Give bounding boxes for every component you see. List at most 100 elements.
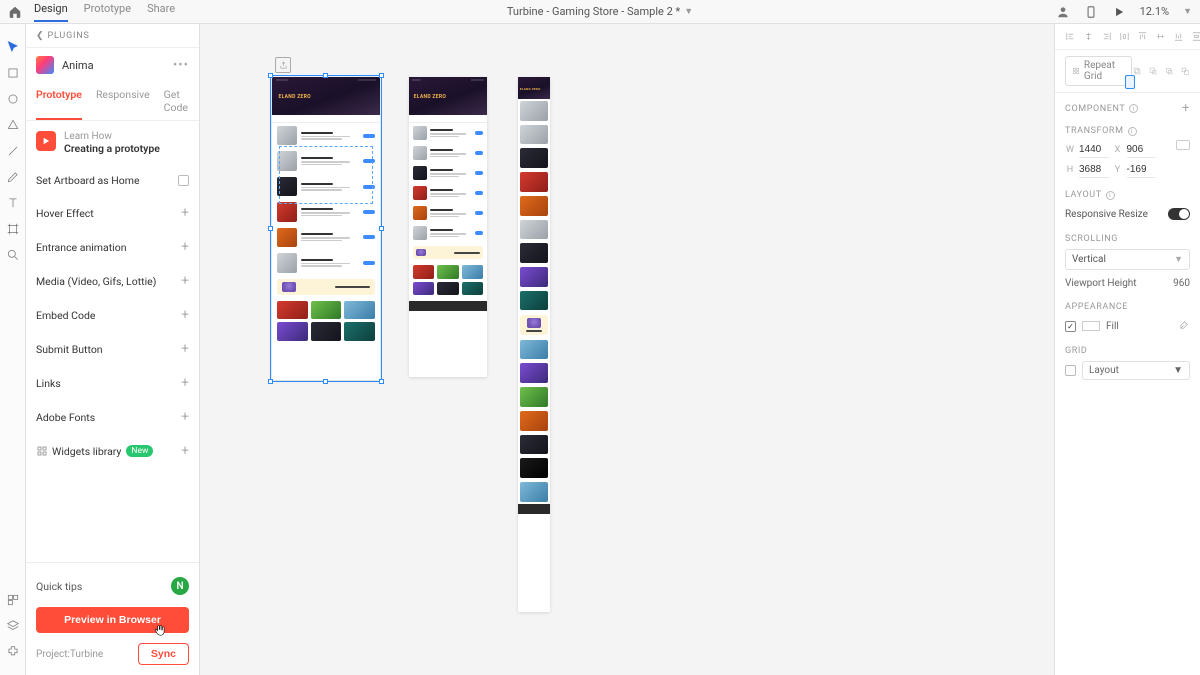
artboard-tablet[interactable]: ELAND ZERO: [409, 77, 487, 377]
zoom-level[interactable]: 12.1%: [1140, 5, 1170, 18]
artboard-desktop[interactable]: ELAND ZERO: [272, 77, 380, 380]
info-icon[interactable]: i: [1129, 104, 1138, 113]
tab-design[interactable]: Design: [34, 2, 68, 22]
opt-submit[interactable]: Submit Button +: [26, 332, 199, 366]
chevron-down-icon[interactable]: ▼: [1183, 6, 1192, 17]
plus-icon[interactable]: +: [181, 409, 189, 425]
left-panel-header[interactable]: ❮ PLUGINS: [26, 24, 199, 48]
orientation-landscape[interactable]: [1176, 140, 1190, 150]
plus-icon[interactable]: +: [181, 443, 189, 459]
left-panel-footer: Quick tips N Preview in Browser Project:…: [26, 562, 199, 675]
anima-tab-getcode[interactable]: Get Code: [164, 82, 189, 120]
scrolling-select[interactable]: Vertical ▼: [1065, 249, 1190, 270]
eyedropper-icon[interactable]: [1179, 319, 1190, 333]
tool-libraries[interactable]: [0, 587, 26, 613]
info-icon[interactable]: i: [1128, 127, 1137, 136]
opt-adobe-fonts[interactable]: Adobe Fonts +: [26, 400, 199, 434]
align-left-icon[interactable]: [1065, 31, 1076, 42]
height-input[interactable]: [1079, 162, 1109, 178]
quick-tips-row[interactable]: Quick tips N: [36, 571, 189, 607]
opt-entrance[interactable]: Entrance animation +: [26, 230, 199, 264]
viewport-height-value[interactable]: 960: [1173, 278, 1190, 289]
plus-icon[interactable]: +: [181, 307, 189, 323]
avatar[interactable]: N: [171, 577, 189, 595]
home-icon[interactable]: [8, 5, 22, 19]
tool-layers[interactable]: [0, 613, 26, 639]
opt-label: Media (Video, Gifs, Lottie): [36, 275, 156, 288]
preview-in-browser-button[interactable]: Preview in Browser: [36, 607, 189, 633]
opt-hover[interactable]: Hover Effect +: [26, 196, 199, 230]
opt-label: Embed Code: [36, 309, 95, 322]
add-boolean-icon[interactable]: [1132, 66, 1142, 76]
align-vcenter-icon[interactable]: [1155, 31, 1166, 42]
plus-icon[interactable]: +: [181, 205, 189, 221]
tab-prototype[interactable]: Prototype: [84, 2, 131, 22]
play-icon[interactable]: [1112, 5, 1126, 19]
opt-media[interactable]: Media (Video, Gifs, Lottie) +: [26, 264, 199, 298]
section-component-label: COMPONENT: [1065, 104, 1125, 114]
distribute-v-icon[interactable]: [1191, 31, 1200, 42]
align-hcenter-icon[interactable]: [1083, 31, 1094, 42]
more-icon[interactable]: •••: [173, 58, 189, 73]
tool-artboard[interactable]: [0, 216, 26, 242]
tab-share[interactable]: Share: [147, 2, 175, 22]
opt-links[interactable]: Links +: [26, 366, 199, 400]
width-input[interactable]: [1079, 142, 1109, 158]
grid-checkbox[interactable]: [1065, 365, 1076, 376]
plus-icon[interactable]: +: [181, 273, 189, 289]
tool-ellipse[interactable]: [0, 86, 26, 112]
hero-title: ELAND ZERO: [520, 87, 541, 91]
tool-text[interactable]: [0, 190, 26, 216]
responsive-toggle[interactable]: [1168, 208, 1190, 220]
opt-embed[interactable]: Embed Code +: [26, 298, 199, 332]
device-icon[interactable]: [1084, 5, 1098, 19]
grid-select[interactable]: Layout ▼: [1082, 361, 1190, 380]
align-icons: [1055, 24, 1200, 50]
tool-plugins[interactable]: [0, 639, 26, 665]
opt-label: Entrance animation: [36, 241, 127, 254]
repeat-grid-button[interactable]: Repeat Grid: [1065, 56, 1132, 86]
fill-checkbox[interactable]: ✓: [1065, 321, 1076, 332]
y-input[interactable]: [1127, 162, 1157, 178]
sync-button[interactable]: Sync: [138, 643, 189, 665]
x-input[interactable]: [1127, 142, 1157, 158]
fill-swatch[interactable]: [1082, 321, 1100, 331]
tool-select[interactable]: [0, 34, 26, 60]
learn-card[interactable]: Learn How Creating a prototype: [26, 121, 199, 165]
tool-zoom[interactable]: [0, 242, 26, 268]
exclude-icon[interactable]: [1180, 66, 1190, 76]
align-right-icon[interactable]: [1101, 31, 1112, 42]
canvas[interactable]: ELAND ZERO ELAND ZERO: [200, 24, 1054, 675]
align-top-icon[interactable]: [1137, 31, 1148, 42]
checkbox[interactable]: [178, 175, 189, 186]
tool-rectangle[interactable]: [0, 60, 26, 86]
back-chevron-icon[interactable]: ❮: [36, 31, 44, 41]
left-panel: ❮ PLUGINS Anima ••• Prototype Responsive…: [26, 24, 200, 675]
user-icon[interactable]: [1056, 5, 1070, 19]
plus-icon[interactable]: +: [181, 239, 189, 255]
document-title[interactable]: Turbine - Gaming Store - Sample 2 * ▼: [507, 5, 693, 18]
distribute-h-icon[interactable]: [1119, 31, 1130, 42]
tool-polygon[interactable]: [0, 112, 26, 138]
anima-tab-prototype[interactable]: Prototype: [36, 82, 82, 120]
breadcrumb: PLUGINS: [48, 31, 90, 41]
chevron-down-icon: ▼: [1174, 254, 1183, 265]
right-panel: Repeat Grid COMPONENT i + TRANSFORM i W …: [1054, 24, 1200, 675]
align-bottom-icon[interactable]: [1173, 31, 1184, 42]
opt-widgets[interactable]: Widgets library New +: [26, 434, 199, 468]
artboard-mobile[interactable]: ELAND ZERO: [518, 77, 550, 612]
anima-tab-responsive[interactable]: Responsive: [96, 82, 150, 120]
opt-set-home[interactable]: Set Artboard as Home: [26, 165, 199, 196]
share-icon[interactable]: [275, 57, 291, 73]
plus-icon[interactable]: +: [181, 375, 189, 391]
tool-pen[interactable]: [0, 164, 26, 190]
info-icon[interactable]: i: [1106, 191, 1115, 200]
plus-icon[interactable]: +: [1182, 101, 1190, 116]
learn-title: Creating a prototype: [64, 142, 160, 155]
plus-icon[interactable]: +: [181, 341, 189, 357]
subtract-icon[interactable]: [1148, 66, 1158, 76]
tool-line[interactable]: [0, 138, 26, 164]
scrolling-value: Vertical: [1072, 254, 1106, 265]
mode-tabs: Design Prototype Share: [34, 2, 175, 22]
intersect-icon[interactable]: [1164, 66, 1174, 76]
